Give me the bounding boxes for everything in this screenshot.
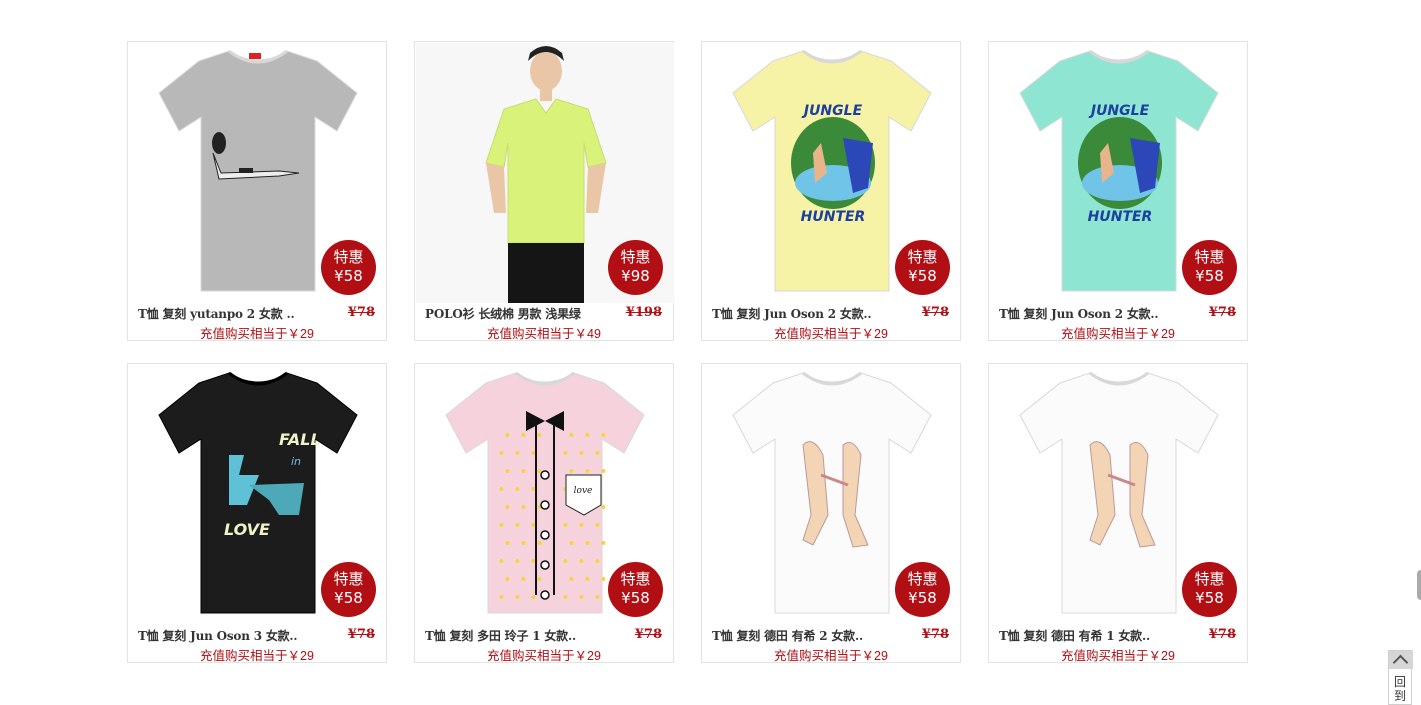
sale-badge-price: ¥58 [621,589,650,607]
sale-badge: 特惠 ¥58 [608,562,663,617]
sale-badge-price: ¥58 [334,267,363,285]
sale-badge: 特惠 ¥58 [321,562,376,617]
recharge-promo-text: 充值购买相当于￥29 [774,327,888,341]
original-price: ¥78 [921,627,949,642]
product-card[interactable]: 特惠 ¥58 T恤 复刻 德田 有希 1 女款.. ¥78 充值购买相当于￥29 [988,363,1248,663]
sale-badge: 特惠 ¥58 [1182,562,1237,617]
sale-badge-label: 特惠 [1194,570,1225,588]
original-price: ¥78 [634,627,662,642]
back-to-top-button[interactable]: 回 到 [1388,650,1413,705]
product-name-link[interactable]: T恤 复刻 Jun Oson 3 女款.. [138,627,313,644]
sale-badge-label: 特惠 [1194,248,1225,266]
recharge-promo-text: 充值购买相当于￥29 [774,649,888,663]
svg-text:HUNTER: HUNTER [1088,209,1153,225]
recharge-promo-text: 充值购买相当于￥29 [1061,649,1175,663]
original-price: ¥78 [347,305,375,320]
svg-text:FALL: FALL [279,430,321,449]
svg-text:JUNGLE: JUNGLE [801,103,863,119]
sale-badge-price: ¥58 [334,589,363,607]
sale-badge-label: 特惠 [333,248,364,266]
back-to-top-label-2: 到 [1393,689,1406,703]
sale-badge-label: 特惠 [333,570,364,588]
sale-badge-price: ¥58 [1195,589,1224,607]
sale-badge-label: 特惠 [907,248,938,266]
sale-badge: 特惠 ¥58 [895,562,950,617]
sale-badge-price: ¥58 [908,589,937,607]
svg-text:LOVE: LOVE [224,520,270,539]
sale-badge-price: ¥98 [621,267,650,285]
product-card[interactable]: 特惠 ¥98 POLO衫 长绒棉 男款 浅果绿 ¥198 充值购买相当于￥49 [414,41,674,341]
product-name-link[interactable]: T恤 复刻 德田 有希 2 女款.. [712,627,887,644]
sale-badge-price: ¥58 [1195,267,1224,285]
svg-text:in: in [291,455,301,468]
product-name-link[interactable]: POLO衫 长绒棉 男款 浅果绿 [425,305,600,322]
recharge-promo-text: 充值购买相当于￥29 [487,649,601,663]
product-card[interactable]: JUNGLE HUNTER 特惠 ¥58 T恤 复刻 Jun Oson 2 女款.. ¥… [701,41,961,341]
product-card[interactable]: JUNGLE HUNTER 特惠 ¥58 T恤 复刻 Jun Oson 2 女款.. ¥… [988,41,1248,341]
recharge-promo-text: 充值购买相当于￥29 [1061,327,1175,341]
recharge-promo-text: 充值购买相当于￥29 [200,649,314,663]
product-name-link[interactable]: T恤 复刻 yutanpo 2 女款 .. [138,305,313,322]
original-price: ¥78 [1208,305,1236,320]
original-price: ¥198 [625,305,662,320]
arrow-up-icon [1389,651,1413,669]
original-price: ¥78 [921,305,949,320]
product-name-link[interactable]: T恤 复刻 Jun Oson 2 女款.. [712,305,887,322]
side-scroll-handle[interactable] [1417,570,1421,600]
sale-badge: 特惠 ¥58 [1182,240,1237,295]
product-card[interactable]: FALL in LOVE 特惠 ¥58 T恤 复刻 Jun Oson 3 女款.. ¥7… [127,363,387,663]
product-card[interactable]: 特惠 ¥58 T恤 复刻 德田 有希 2 女款.. ¥78 充值购买相当于￥29 [701,363,961,663]
recharge-promo-text: 充值购买相当于￥49 [487,327,601,341]
sale-badge-label: 特惠 [620,570,651,588]
recharge-promo-text: 充值购买相当于￥29 [200,327,314,341]
original-price: ¥78 [347,627,375,642]
sale-badge-label: 特惠 [620,248,651,266]
original-price: ¥78 [1208,627,1236,642]
svg-text:HUNTER: HUNTER [801,209,866,225]
product-card[interactable]: love 特惠 ¥58 T恤 复刻 多田 玲子 1 女款.. ¥78 充值购买相当于￥29 [414,363,674,663]
sale-badge: 特惠 ¥58 [321,240,376,295]
product-name-link[interactable]: T恤 复刻 Jun Oson 2 女款.. [999,305,1174,322]
product-name-link[interactable]: T恤 复刻 多田 玲子 1 女款.. [425,627,600,644]
svg-text:love: love [574,486,593,496]
product-card[interactable]: 特惠 ¥58 T恤 复刻 yutanpo 2 女款 .. ¥78 充值购买相当于￥29 [127,41,387,341]
svg-text:JUNGLE: JUNGLE [1088,103,1150,119]
sale-badge-price: ¥58 [908,267,937,285]
sale-badge: 特惠 ¥98 [608,240,663,295]
back-to-top-label-1: 回 [1393,675,1406,689]
sale-badge-label: 特惠 [907,570,938,588]
sale-badge: 特惠 ¥58 [895,240,950,295]
product-name-link[interactable]: T恤 复刻 德田 有希 1 女款.. [999,627,1174,644]
